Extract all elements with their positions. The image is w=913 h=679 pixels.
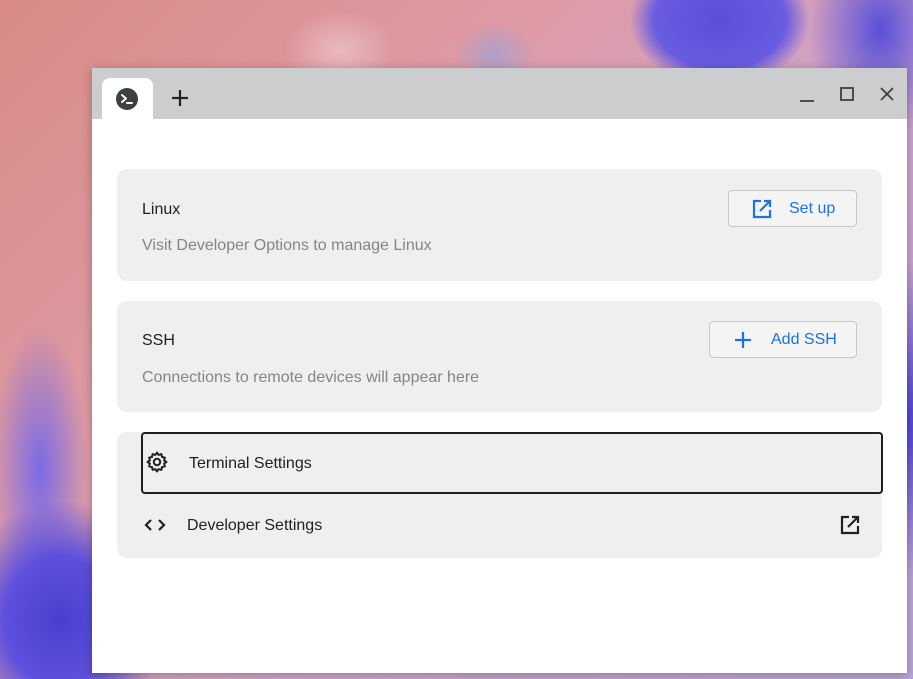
setup-button[interactable]: Set up bbox=[728, 190, 857, 227]
terminal-prompt-icon bbox=[116, 88, 138, 110]
title-bar bbox=[92, 68, 907, 119]
close-button[interactable] bbox=[875, 83, 899, 107]
ssh-card: SSH Connections to remote devices will a… bbox=[117, 301, 882, 412]
maximize-button[interactable] bbox=[835, 83, 859, 107]
add-ssh-button-label: Add SSH bbox=[771, 330, 837, 348]
setup-button-label: Set up bbox=[789, 199, 836, 217]
developer-settings-row[interactable]: Developer Settings bbox=[141, 494, 883, 556]
minimize-button[interactable] bbox=[795, 83, 819, 107]
ssh-description: Connections to remote devices will appea… bbox=[142, 369, 480, 386]
open-in-new-icon bbox=[838, 513, 862, 537]
maximize-icon bbox=[840, 87, 854, 101]
linux-description: Visit Developer Options to manage Linux bbox=[142, 237, 432, 254]
plus-icon bbox=[172, 90, 188, 106]
add-ssh-button[interactable]: Add SSH bbox=[709, 321, 857, 358]
code-icon bbox=[143, 513, 167, 537]
terminal-window: Linux Visit Developer Options to manage … bbox=[92, 68, 907, 673]
home-tab[interactable] bbox=[102, 78, 153, 119]
terminal-settings-row[interactable]: Terminal Settings bbox=[141, 432, 883, 494]
linux-title: Linux bbox=[142, 201, 181, 218]
open-in-new-icon bbox=[751, 198, 773, 220]
ssh-title: SSH bbox=[142, 332, 175, 349]
gear-icon bbox=[145, 450, 169, 474]
minimize-icon bbox=[800, 100, 814, 102]
developer-settings-label: Developer Settings bbox=[187, 517, 323, 534]
settings-card: Terminal Settings Developer Settings bbox=[117, 432, 883, 558]
close-icon bbox=[880, 87, 894, 101]
terminal-settings-label: Terminal Settings bbox=[189, 455, 312, 472]
linux-card: Linux Visit Developer Options to manage … bbox=[117, 169, 882, 281]
plus-icon bbox=[732, 329, 754, 351]
new-tab-button[interactable] bbox=[168, 86, 192, 110]
